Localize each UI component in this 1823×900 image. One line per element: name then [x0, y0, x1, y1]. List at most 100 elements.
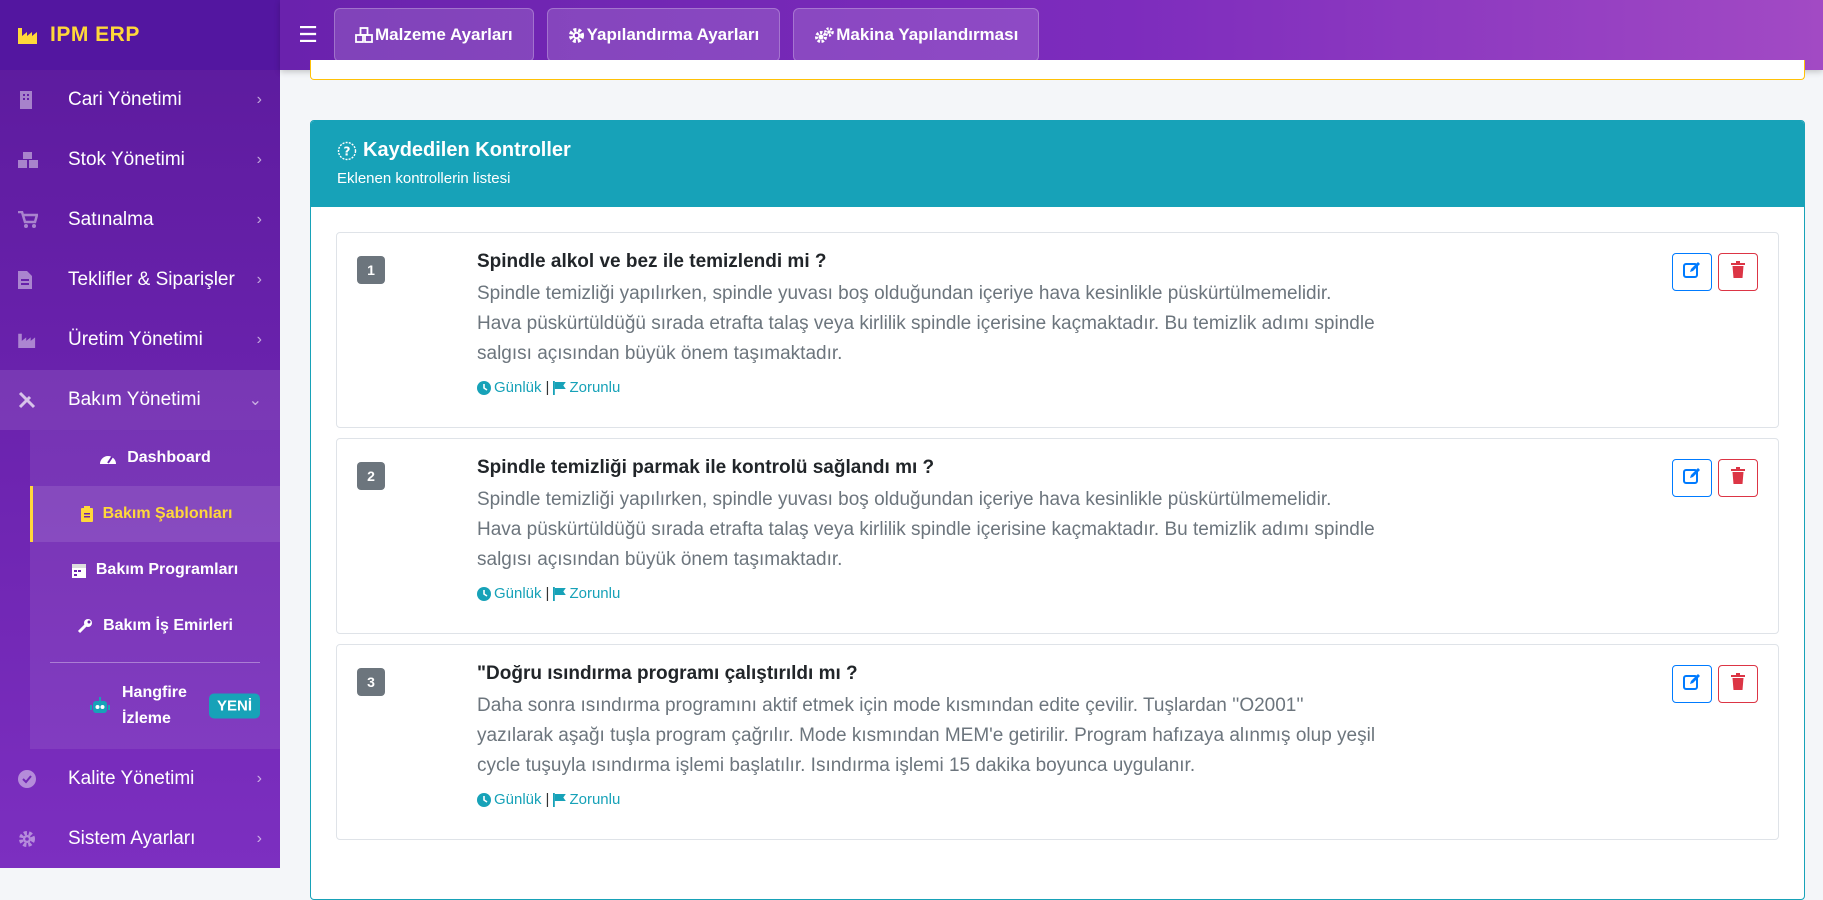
sidebar-item-label: Sistem Ayarları [68, 828, 196, 849]
item-title: "Doğru ısındırma programı çalıştırıldı m… [477, 663, 858, 684]
chevron-right-icon: › [256, 770, 262, 787]
industry-icon [18, 26, 40, 44]
edit-button[interactable] [1672, 459, 1712, 497]
building-icon [18, 91, 34, 109]
submenu-item-dashboard[interactable]: Dashboard [30, 430, 280, 486]
meta-separator: | [545, 379, 550, 396]
wrench-icon [77, 618, 93, 634]
question-circle-icon: ? [337, 141, 357, 161]
card-subtitle: Eklenen kontrollerin listesi [337, 170, 511, 187]
sidebar-item-label: Cari Yönetimi [68, 89, 182, 110]
tools-icon [18, 391, 36, 409]
chevron-right-icon: › [256, 91, 262, 108]
cart-icon [18, 211, 38, 229]
item-number-badge: 2 [357, 462, 385, 490]
gear-icon [568, 27, 585, 44]
check-circle-icon [18, 770, 36, 788]
trash-icon [1731, 467, 1745, 489]
item-requirement: Zorunlu [569, 585, 621, 602]
card-title-text: Kaydedilen Kontroller [363, 139, 571, 161]
sidebar-item-label: Kalite Yönetimi [68, 768, 195, 789]
meta-separator: | [545, 791, 550, 808]
chevron-right-icon: › [256, 151, 262, 168]
main-content: ? Kaydedilen Kontroller Eklenen kontroll… [280, 60, 1823, 900]
sidebar-item-label: Satınalma [68, 209, 154, 230]
industry-icon [18, 332, 38, 348]
submenu-item-label: Bakım Şablonları [102, 505, 233, 522]
item-meta: Günlük | Zorunlu [477, 379, 1377, 396]
sidebar: IPM ERP Cari Yönetimi › Stok Yönetimi › … [0, 0, 280, 868]
gears-icon [814, 26, 835, 44]
top-button-label: Yapılandırma Ayarları [586, 25, 760, 44]
new-badge: YENİ [208, 693, 260, 719]
sidebar-item-satinalma[interactable]: Satınalma › [0, 190, 280, 250]
sidebar-item-kalite[interactable]: Kalite Yönetimi › [0, 749, 280, 809]
sidebar-item-label: Üretim Yönetimi [68, 329, 203, 350]
edit-button[interactable] [1672, 253, 1712, 291]
list-item: 3 "Doğru ısındırma programı çalıştırıldı… [336, 644, 1779, 840]
delete-button[interactable] [1718, 253, 1758, 291]
sidebar-item-label: Bakım Yönetimi [68, 389, 201, 410]
chevron-right-icon: › [256, 331, 262, 348]
sidebar-item-stok[interactable]: Stok Yönetimi › [0, 130, 280, 190]
item-number-badge: 1 [357, 256, 385, 284]
card-title: ? Kaydedilen Kontroller [337, 139, 1778, 162]
sidebar-item-label: Teklifler & Siparişler [68, 269, 235, 290]
meta-separator: | [545, 585, 550, 602]
flag-icon [553, 586, 567, 601]
svg-text:?: ? [344, 144, 351, 158]
clock-icon [477, 380, 491, 395]
chevron-right-icon: › [256, 830, 262, 847]
edit-button[interactable] [1672, 665, 1712, 703]
item-description: Spindle temizliği yapılırken, spindle yu… [477, 489, 1375, 570]
submenu-item-label: Dashboard [127, 449, 211, 466]
chevron-down-icon: ⌄ [248, 392, 262, 409]
makina-yapilandirmasi-button[interactable]: Makina Yapılandırması [793, 8, 1040, 62]
item-description: Daha sonra ısındırma programını aktif et… [477, 695, 1376, 776]
item-title: Spindle temizliği parmak ile kontrolü sa… [477, 457, 935, 478]
submenu-item-hangfire[interactable]: Hangfire İzleme YENİ [30, 663, 280, 749]
brand[interactable]: IPM ERP [0, 0, 280, 70]
item-requirement: Zorunlu [569, 791, 621, 808]
clipboard-icon [80, 506, 93, 522]
item-frequency: Günlük [494, 585, 542, 602]
submenu-item-bakim-is-emirleri[interactable]: Bakım İş Emirleri [30, 598, 280, 654]
sidebar-item-bakim[interactable]: Bakım Yönetimi ⌄ [0, 370, 280, 430]
edit-icon [1683, 673, 1701, 696]
flag-icon [553, 792, 567, 807]
delete-button[interactable] [1718, 459, 1758, 497]
gauge-icon [99, 450, 117, 466]
top-button-label: Makina Yapılandırması [836, 25, 1019, 44]
controls-list: 1 Spindle alkol ve bez ile temizlendi mi… [311, 207, 1804, 840]
clock-icon [477, 586, 491, 601]
item-number-badge: 3 [357, 668, 385, 696]
item-requirement: Zorunlu [569, 379, 621, 396]
sidebar-item-sistem[interactable]: Sistem Ayarları › [0, 809, 280, 868]
sidebar-item-cari[interactable]: Cari Yönetimi › [0, 70, 280, 130]
chevron-right-icon: › [256, 271, 262, 288]
delete-button[interactable] [1718, 665, 1758, 703]
hamburger-menu-icon[interactable]: ☰ [290, 22, 326, 48]
list-item: 1 Spindle alkol ve bez ile temizlendi mi… [336, 232, 1779, 428]
submenu-item-label: Bakım Programları [95, 561, 239, 578]
yapilandirma-ayarlari-button[interactable]: Yapılandırma Ayarları [546, 8, 781, 62]
hangfire-label: Hangfire İzleme [122, 684, 187, 727]
malzeme-ayarlari-button[interactable]: Malzeme Ayarları [334, 8, 534, 62]
submenu-item-bakim-sablonlari[interactable]: Bakım Şablonları [30, 486, 280, 542]
item-body: Spindle alkol ve bez ile temizlendi mi ?… [477, 251, 1377, 396]
edit-icon [1683, 467, 1701, 490]
trash-icon [1731, 673, 1745, 695]
sidebar-item-uretim[interactable]: Üretim Yönetimi › [0, 310, 280, 370]
sidebar-item-teklifler[interactable]: Teklifler & Siparişler › [0, 250, 280, 310]
calendar-icon [71, 562, 86, 578]
chevron-right-icon: › [256, 211, 262, 228]
edit-icon [1683, 261, 1701, 284]
trash-icon [1731, 261, 1745, 283]
cog-icon [18, 830, 36, 848]
boxes-icon [18, 152, 38, 168]
item-body: "Doğru ısındırma programı çalıştırıldı m… [477, 663, 1377, 808]
submenu-item-bakim-programlari[interactable]: Bakım Programları [30, 542, 280, 598]
card-header: ? Kaydedilen Kontroller Eklenen kontroll… [311, 121, 1804, 207]
clock-icon [477, 792, 491, 807]
previous-card [310, 60, 1805, 80]
